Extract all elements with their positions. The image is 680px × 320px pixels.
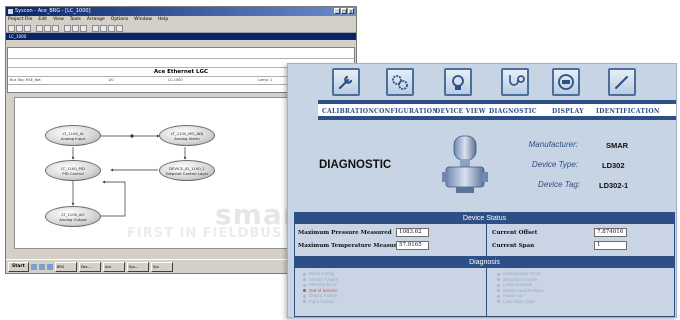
current-span-label: Current Span [492,243,535,249]
nav-bar: CALIBRATION CONFIGURATION DEVICE VIEW DI… [318,100,676,120]
display-icon [558,74,574,90]
close-button[interactable]: × [348,8,354,14]
max-pressure-field[interactable]: 1083.62 [396,228,429,237]
block-icon[interactable] [108,25,115,32]
device-tag-label: Device Tag: [538,180,580,189]
copy-icon[interactable] [44,25,51,32]
function-block-node[interactable]: LT_1100_PID PID Control [45,160,101,181]
current-offset-field[interactable]: 7.874016 [594,228,627,237]
window-title: Syscon - Ace_BRG - [LC_1000] [15,8,91,14]
configuration-nav-button[interactable] [386,68,414,96]
diagnosis-panel: Diagnosis Block Config Sensor Failure Me… [294,257,675,317]
quicklaunch-icon[interactable] [46,263,53,270]
diagnosis-list-right: Configuration Error Simulation Active Lo… [497,271,543,305]
nav-icon-row [288,68,676,100]
nav-configuration[interactable]: CONFIGURATION [374,108,438,115]
nav-identification[interactable]: IDENTIFICATION [596,108,660,115]
wrench-icon [338,75,353,90]
nav-calibration[interactable]: CALIBRATION [322,108,374,115]
device-tag-value: LD302-1 [599,181,629,190]
grid-icon[interactable] [116,25,123,32]
function-block-node[interactable]: LT_1100_AO Analog Output [45,206,101,227]
transmitter-icon [452,75,464,90]
function-block-node[interactable]: DEVICE_ID_1100_1 Setpoint Control Layer [159,160,215,181]
maximize-button[interactable]: □ [341,8,347,14]
diagnosis-item: Input Failure [303,299,338,305]
diagnosis-item: Lost Static Data [497,299,543,305]
device-status-panel: Device Status Maximum Pressure Measured … [294,212,675,257]
paste-icon[interactable] [52,25,59,32]
device-diagnostic-page: CALIBRATION CONFIGURATION DEVICE VIEW DI… [287,63,677,318]
manufacturer-value: SMAR [606,141,629,150]
window-titlebar[interactable]: Syscon - Ace_BRG - [LC_1000] _ □ × [6,7,356,16]
screenshot-stage: Syscon - Ace_BRG - [LC_1000] _ □ × Proje… [0,0,680,320]
max-temperature-label: Maximum Temperature Measured [298,243,405,249]
app-icon [8,9,13,14]
start-button[interactable]: Start [8,261,29,272]
cut-icon[interactable] [36,25,43,32]
manufacturer-label: Manufacturer: [528,140,578,149]
quicklaunch-icon[interactable] [38,263,45,270]
device-view-nav-button[interactable] [444,68,472,96]
taskbar-task[interactable]: Ace [102,261,125,272]
calibration-nav-button[interactable] [332,68,360,96]
minimize-button[interactable]: _ [334,8,340,14]
print-icon[interactable] [64,25,71,32]
menu-item[interactable]: Window [134,16,152,24]
open-icon[interactable] [16,25,23,32]
diagnosis-heading: Diagnosis [295,257,674,268]
header-cell: Lamp: 1 [258,78,273,82]
device-type-label: Device Type: [531,160,578,169]
taskbar-task[interactable]: Sys [150,261,173,272]
gears-icon [392,75,408,90]
function-block-node[interactable]: LT_1100_AI Analog Input [45,125,101,146]
pen-icon [615,76,628,89]
header-cell: 1/0 [108,78,114,82]
smar-watermark-subtitle: FIRST IN FIELDBUS [127,226,283,241]
nav-display[interactable]: DISPLAY [552,108,584,115]
menu-item[interactable]: Arrange [87,16,105,24]
link-line[interactable] [101,180,126,217]
device-type-value: LD302 [602,161,625,170]
taskbar-task[interactable]: Sys... [126,261,149,272]
document-titlebar: LC_1000 [6,33,356,40]
save-icon[interactable] [24,25,31,32]
current-span-field[interactable]: 1 [594,241,627,250]
header-cell: Bus Tag: HSE_Net [10,78,41,82]
new-icon[interactable] [8,25,15,32]
diagnosis-list-left: Block Config Sensor Failure Memory Error… [303,271,338,305]
display-nav-button[interactable] [552,68,580,96]
link-icon[interactable] [100,25,107,32]
function-block-node[interactable]: LT_1100_MO_ADJ Analog Alarm [159,125,215,146]
pointer-icon[interactable] [92,25,99,32]
max-temperature-field[interactable]: 57.9165 [396,241,429,250]
menubar: Project File Edit View Tools Arrange Opt… [6,16,356,24]
nav-device-view[interactable]: DEVICE VIEW [435,108,486,115]
menu-item[interactable]: Help [158,16,168,24]
nav-diagnostic[interactable]: DIAGNOSTIC [489,108,537,115]
menu-item[interactable]: View [53,16,64,24]
page-title: DIAGNOSTIC [319,159,392,171]
max-pressure-label: Maximum Pressure Measured [298,230,392,236]
menu-item[interactable]: Options [111,16,128,24]
menu-item[interactable]: Tools [70,16,81,24]
zoom-icon[interactable] [72,25,79,32]
quicklaunch-icon[interactable] [30,263,37,270]
taskbar-task[interactable]: Des... [78,261,101,272]
identification-nav-button[interactable] [608,68,636,96]
menu-item[interactable]: Edit [38,16,47,24]
current-offset-label: Current Offset [492,230,538,236]
taskbar-task[interactable]: BRG [54,261,77,272]
header-cell: LC-1000 [168,78,183,82]
menu-item[interactable]: Project File [8,16,32,24]
toolbar [6,24,356,33]
stethoscope-icon [509,75,525,86]
diagnostic-nav-button[interactable] [501,68,529,96]
device-status-heading: Device Status [295,213,674,224]
help-icon[interactable] [80,25,87,32]
